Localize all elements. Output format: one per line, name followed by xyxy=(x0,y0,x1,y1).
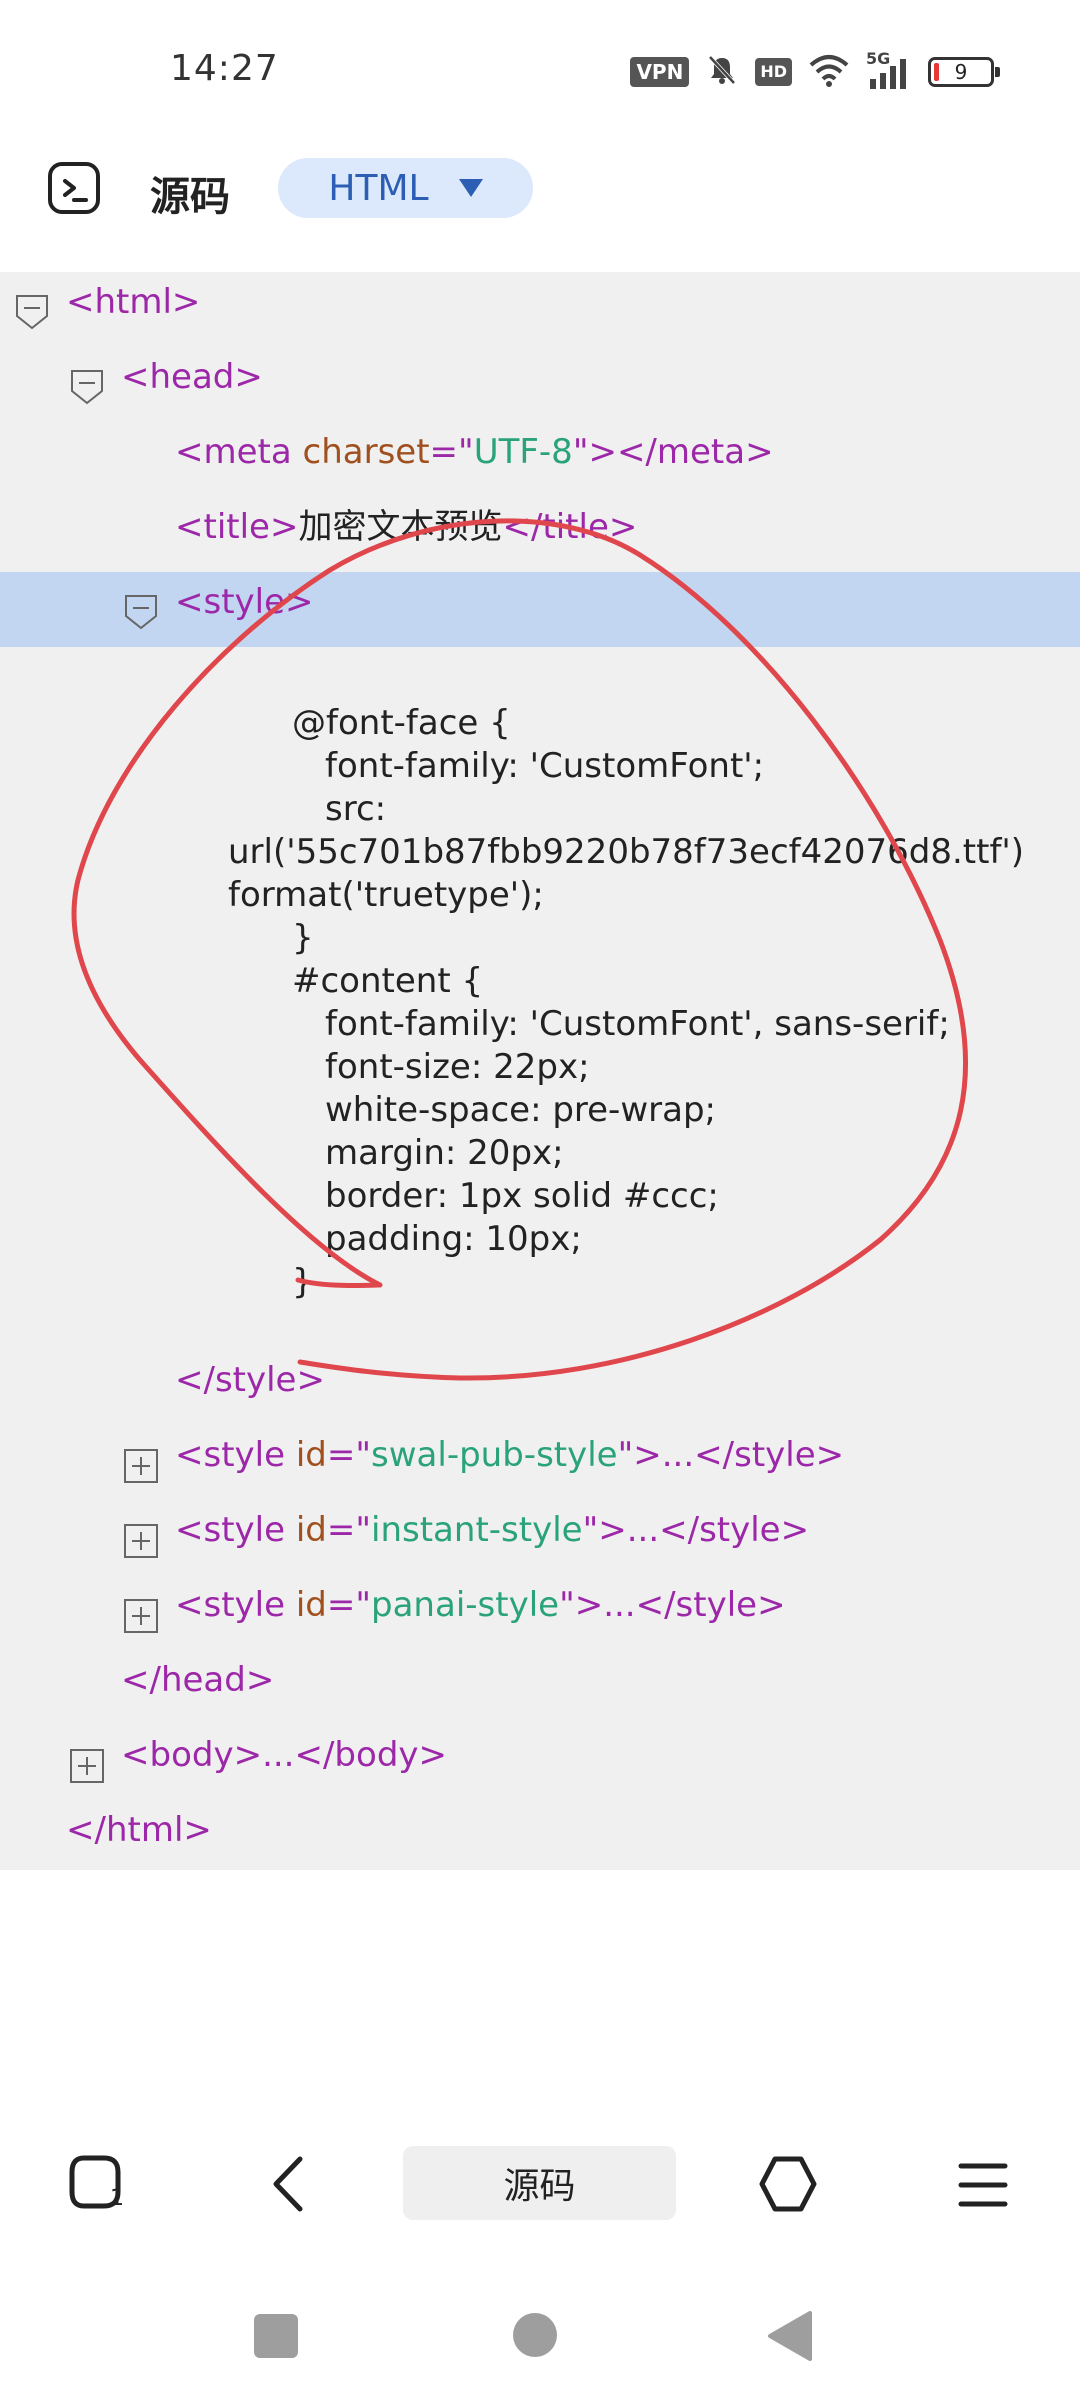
code-row-style-collapsed: <style id="panai-style">...</style> xyxy=(0,1575,1080,1650)
battery-level: 9 xyxy=(954,60,968,84)
cellular-signal-icon: 5G xyxy=(866,49,912,91)
code-row-html-close: </html> xyxy=(0,1800,1080,1875)
tab-count: 1 xyxy=(110,2186,124,2211)
css-line: white-space: pre-wrap; xyxy=(325,1090,716,1130)
code-row-style-selected[interactable]: <style> xyxy=(0,572,1080,647)
collapse-toggle-icon[interactable] xyxy=(70,369,104,405)
code-row-meta: <meta charset="UTF-8"></meta> xyxy=(0,422,1080,497)
mute-bell-icon xyxy=(705,53,739,91)
code-style-swal: <style id="swal-pub-style">...</style> xyxy=(175,1435,845,1475)
status-icons: VPN HD 5G 9 xyxy=(630,49,1000,94)
vpn-badge: VPN xyxy=(630,57,690,87)
terminal-icon[interactable] xyxy=(48,162,100,214)
menu-icon[interactable] xyxy=(958,2160,1008,2214)
code-style-close: </style> xyxy=(175,1360,325,1400)
language-label: HTML xyxy=(328,167,429,209)
battery-fill xyxy=(934,63,939,81)
css-line: #content { xyxy=(292,961,484,1001)
code-head-close: </head> xyxy=(121,1660,275,1700)
css-line: font-family: 'CustomFont', sans-serif; xyxy=(325,1004,950,1044)
css-line: @font-face { xyxy=(292,703,511,743)
css-line: border: 1px solid #ccc; xyxy=(325,1176,719,1216)
battery-icon: 9 xyxy=(928,57,1000,87)
code-title: <title>加密文本预览</title> xyxy=(175,507,638,547)
status-bar: 14:27 VPN HD 5G 9 xyxy=(0,0,1080,140)
source-tab-button[interactable]: 源码 xyxy=(403,2146,676,2220)
code-row-style-close: </style> xyxy=(0,1350,1080,1425)
back-triangle-icon[interactable] xyxy=(764,2310,814,2366)
css-line: format('truetype'); xyxy=(228,875,544,915)
hd-badge: HD xyxy=(755,58,792,86)
css-line: font-size: 22px; xyxy=(325,1047,590,1087)
page: 14:27 VPN HD 5G 9 源码 HTML <html> <head> … xyxy=(0,0,1080,2400)
system-nav-bar xyxy=(0,2270,1080,2400)
css-line: } xyxy=(292,918,314,958)
home-circle-icon[interactable] xyxy=(512,2312,558,2362)
css-line: margin: 20px; xyxy=(325,1133,564,1173)
status-time: 14:27 xyxy=(170,48,279,89)
toolbar: 源码 HTML xyxy=(0,140,1080,272)
page-title: 源码 xyxy=(150,174,230,220)
expand-toggle-icon[interactable] xyxy=(124,1524,158,1558)
css-line: url('55c701b87fbb9220b78f73ecf42076d8.tt… xyxy=(228,832,1025,872)
tabs-button[interactable]: 1 xyxy=(66,2152,130,2220)
back-button[interactable] xyxy=(266,2154,310,2218)
expand-toggle-icon[interactable] xyxy=(124,1599,158,1633)
code-body-collapsed: <body>...</body> xyxy=(121,1735,448,1775)
code-html-open: <html> xyxy=(66,282,201,322)
recents-square-icon[interactable] xyxy=(253,2313,299,2363)
css-line: src: xyxy=(325,789,387,829)
css-line: } xyxy=(292,1262,314,1302)
code-style-open: <style> xyxy=(175,582,314,622)
home-icon[interactable] xyxy=(758,2154,818,2218)
language-dropdown[interactable]: HTML xyxy=(278,158,533,218)
source-code-view: <html> <head> <meta charset="UTF-8"></me… xyxy=(0,272,1080,1870)
bottom-nav: 1 源码 xyxy=(0,2100,1080,2270)
code-style-instant: <style id="instant-style">...</style> xyxy=(175,1510,810,1550)
code-row-head: <head> xyxy=(0,347,1080,422)
code-row-head-close: </head> xyxy=(0,1650,1080,1725)
code-row-style-collapsed: <style id="swal-pub-style">...</style> xyxy=(0,1425,1080,1500)
expand-toggle-icon[interactable] xyxy=(124,1449,158,1483)
wifi-icon xyxy=(808,53,850,91)
code-row-body: <body>...</body> xyxy=(0,1725,1080,1800)
collapse-toggle-icon[interactable] xyxy=(124,594,158,630)
expand-toggle-icon[interactable] xyxy=(70,1749,104,1783)
code-row-style-collapsed: <style id="instant-style">...</style> xyxy=(0,1500,1080,1575)
code-html-close: </html> xyxy=(66,1810,212,1850)
code-meta: <meta charset="UTF-8"></meta> xyxy=(175,432,774,472)
collapse-toggle-icon[interactable] xyxy=(15,294,49,330)
css-line: font-family: 'CustomFont'; xyxy=(325,746,765,786)
chevron-down-icon xyxy=(458,179,483,197)
code-row-title: <title>加密文本预览</title> xyxy=(0,497,1080,572)
code-head-open: <head> xyxy=(121,357,263,397)
code-style-panai: <style id="panai-style">...</style> xyxy=(175,1585,786,1625)
code-row-html: <html> xyxy=(0,272,1080,347)
css-line: padding: 10px; xyxy=(325,1219,582,1259)
